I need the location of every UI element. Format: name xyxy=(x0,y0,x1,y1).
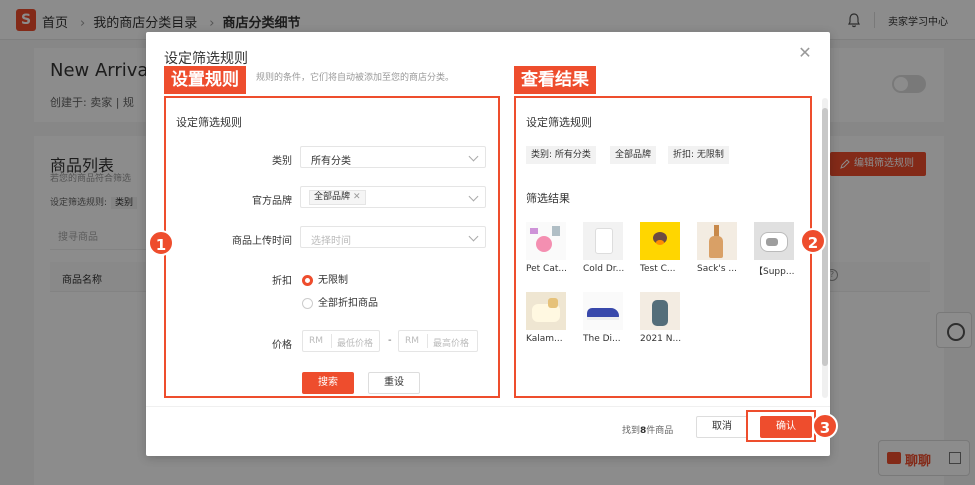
product-image xyxy=(640,222,680,260)
product-image xyxy=(697,222,737,260)
price-min-placeholder: 最低价格 xyxy=(337,339,374,349)
chevron-down-icon xyxy=(468,231,479,242)
results-title: 筛选结果 xyxy=(526,192,570,205)
product-image xyxy=(583,222,623,260)
rule-chip-brand: 全部品牌 xyxy=(610,146,657,164)
modal-title: 设定筛选规则 xyxy=(164,51,248,67)
upload-time-select[interactable]: 选择时间 xyxy=(300,226,486,248)
product-card[interactable]: 2021 N... xyxy=(640,292,686,344)
divider xyxy=(146,406,830,407)
category-label: 类别 xyxy=(272,156,292,167)
product-card[interactable]: Kalam... xyxy=(526,292,572,344)
product-name: 【Supp... xyxy=(754,267,795,277)
product-card[interactable]: Sack's ... xyxy=(697,222,743,274)
divider xyxy=(331,334,332,348)
step-badge-2: 2 xyxy=(800,228,826,254)
annotation-view-results: 查看结果 xyxy=(514,66,596,94)
currency-prefix: RM xyxy=(405,336,420,346)
product-name: Kalam... xyxy=(526,334,563,344)
brand-chip-label: 全部品牌 xyxy=(314,192,351,202)
product-name: Sack's ... xyxy=(697,264,737,274)
product-card[interactable]: 【Supp... xyxy=(754,222,800,277)
product-card[interactable]: Pet Cat... xyxy=(526,222,572,274)
view-results-panel: 设定筛选规则 类别: 所有分类 全部品牌 折扣: 无限制 筛选结果 Pet Ca… xyxy=(514,96,812,398)
rule-chip-discount: 折扣: 无限制 xyxy=(668,146,729,164)
currency-prefix: RM xyxy=(309,336,324,346)
reset-button[interactable]: 重设 xyxy=(368,372,420,394)
product-image xyxy=(526,222,566,260)
product-image xyxy=(526,292,566,330)
found-suffix: 件商品 xyxy=(646,426,674,436)
product-card[interactable]: Cold Dr... xyxy=(583,222,629,274)
close-icon[interactable]: ✕ xyxy=(798,45,812,61)
found-count-text: 找到8件商品 xyxy=(622,423,673,436)
discount-option-all[interactable]: 全部折扣商品 xyxy=(302,294,378,309)
discount-option-label: 全部折扣商品 xyxy=(318,298,378,309)
chevron-down-icon xyxy=(468,191,479,202)
discount-label: 折扣 xyxy=(272,276,292,287)
brand-chip: 全部品牌 ✕ xyxy=(309,190,366,205)
right-section-title: 设定筛选规则 xyxy=(526,116,592,129)
category-value: 所有分类 xyxy=(311,156,351,167)
price-max-input[interactable]: RM 最高价格 xyxy=(398,330,478,352)
step-badge-1: 1 xyxy=(148,230,174,256)
brand-label: 官方品牌 xyxy=(252,196,292,207)
product-card[interactable]: Test C... xyxy=(640,222,686,274)
left-section-title: 设定筛选规则 xyxy=(176,116,242,129)
product-name: Test C... xyxy=(640,264,676,274)
remove-icon[interactable]: ✕ xyxy=(353,192,361,202)
radio-icon xyxy=(302,297,313,309)
divider xyxy=(427,334,428,348)
search-button[interactable]: 搜索 xyxy=(302,372,354,394)
price-separator: - xyxy=(388,335,392,346)
discount-option-label: 无限制 xyxy=(318,275,348,286)
cancel-button[interactable]: 取消 xyxy=(696,416,748,438)
found-prefix: 找到 xyxy=(622,426,641,436)
radio-selected-icon xyxy=(302,274,313,286)
price-max-placeholder: 最高价格 xyxy=(433,339,470,349)
product-name: 2021 N... xyxy=(640,334,682,344)
product-image xyxy=(640,292,680,330)
upload-time-placeholder: 选择时间 xyxy=(311,236,351,247)
product-card[interactable]: The Di... xyxy=(583,292,629,344)
confirm-button[interactable]: 确认 xyxy=(760,416,812,438)
filter-rule-modal: 设定筛选规则 规则的条件，它们将自动被添加至您的商店分类。 ✕ 设置规则 查看结… xyxy=(146,32,830,456)
product-name: Cold Dr... xyxy=(583,264,625,274)
product-name: The Di... xyxy=(583,334,621,344)
rule-chip-category: 类别: 所有分类 xyxy=(526,146,596,164)
product-name: Pet Cat... xyxy=(526,264,567,274)
set-rules-panel: 设定筛选规则 类别 所有分类 官方品牌 全部品牌 ✕ 商品上传时间 选择时间 折扣… xyxy=(164,96,500,398)
category-select[interactable]: 所有分类 xyxy=(300,146,486,168)
product-image xyxy=(583,292,623,330)
upload-time-label: 商品上传时间 xyxy=(232,236,292,247)
discount-option-unlimited[interactable]: 无限制 xyxy=(302,271,348,286)
product-image xyxy=(754,222,794,260)
modal-desc: 规则的条件，它们将自动被添加至您的商店分类。 xyxy=(256,73,455,83)
step-badge-3: 3 xyxy=(812,413,838,439)
brand-select[interactable]: 全部品牌 ✕ xyxy=(300,186,486,208)
annotation-set-rules: 设置规则 xyxy=(164,66,246,94)
price-label: 价格 xyxy=(272,340,292,351)
chevron-down-icon xyxy=(468,151,479,162)
price-min-input[interactable]: RM 最低价格 xyxy=(302,330,380,352)
